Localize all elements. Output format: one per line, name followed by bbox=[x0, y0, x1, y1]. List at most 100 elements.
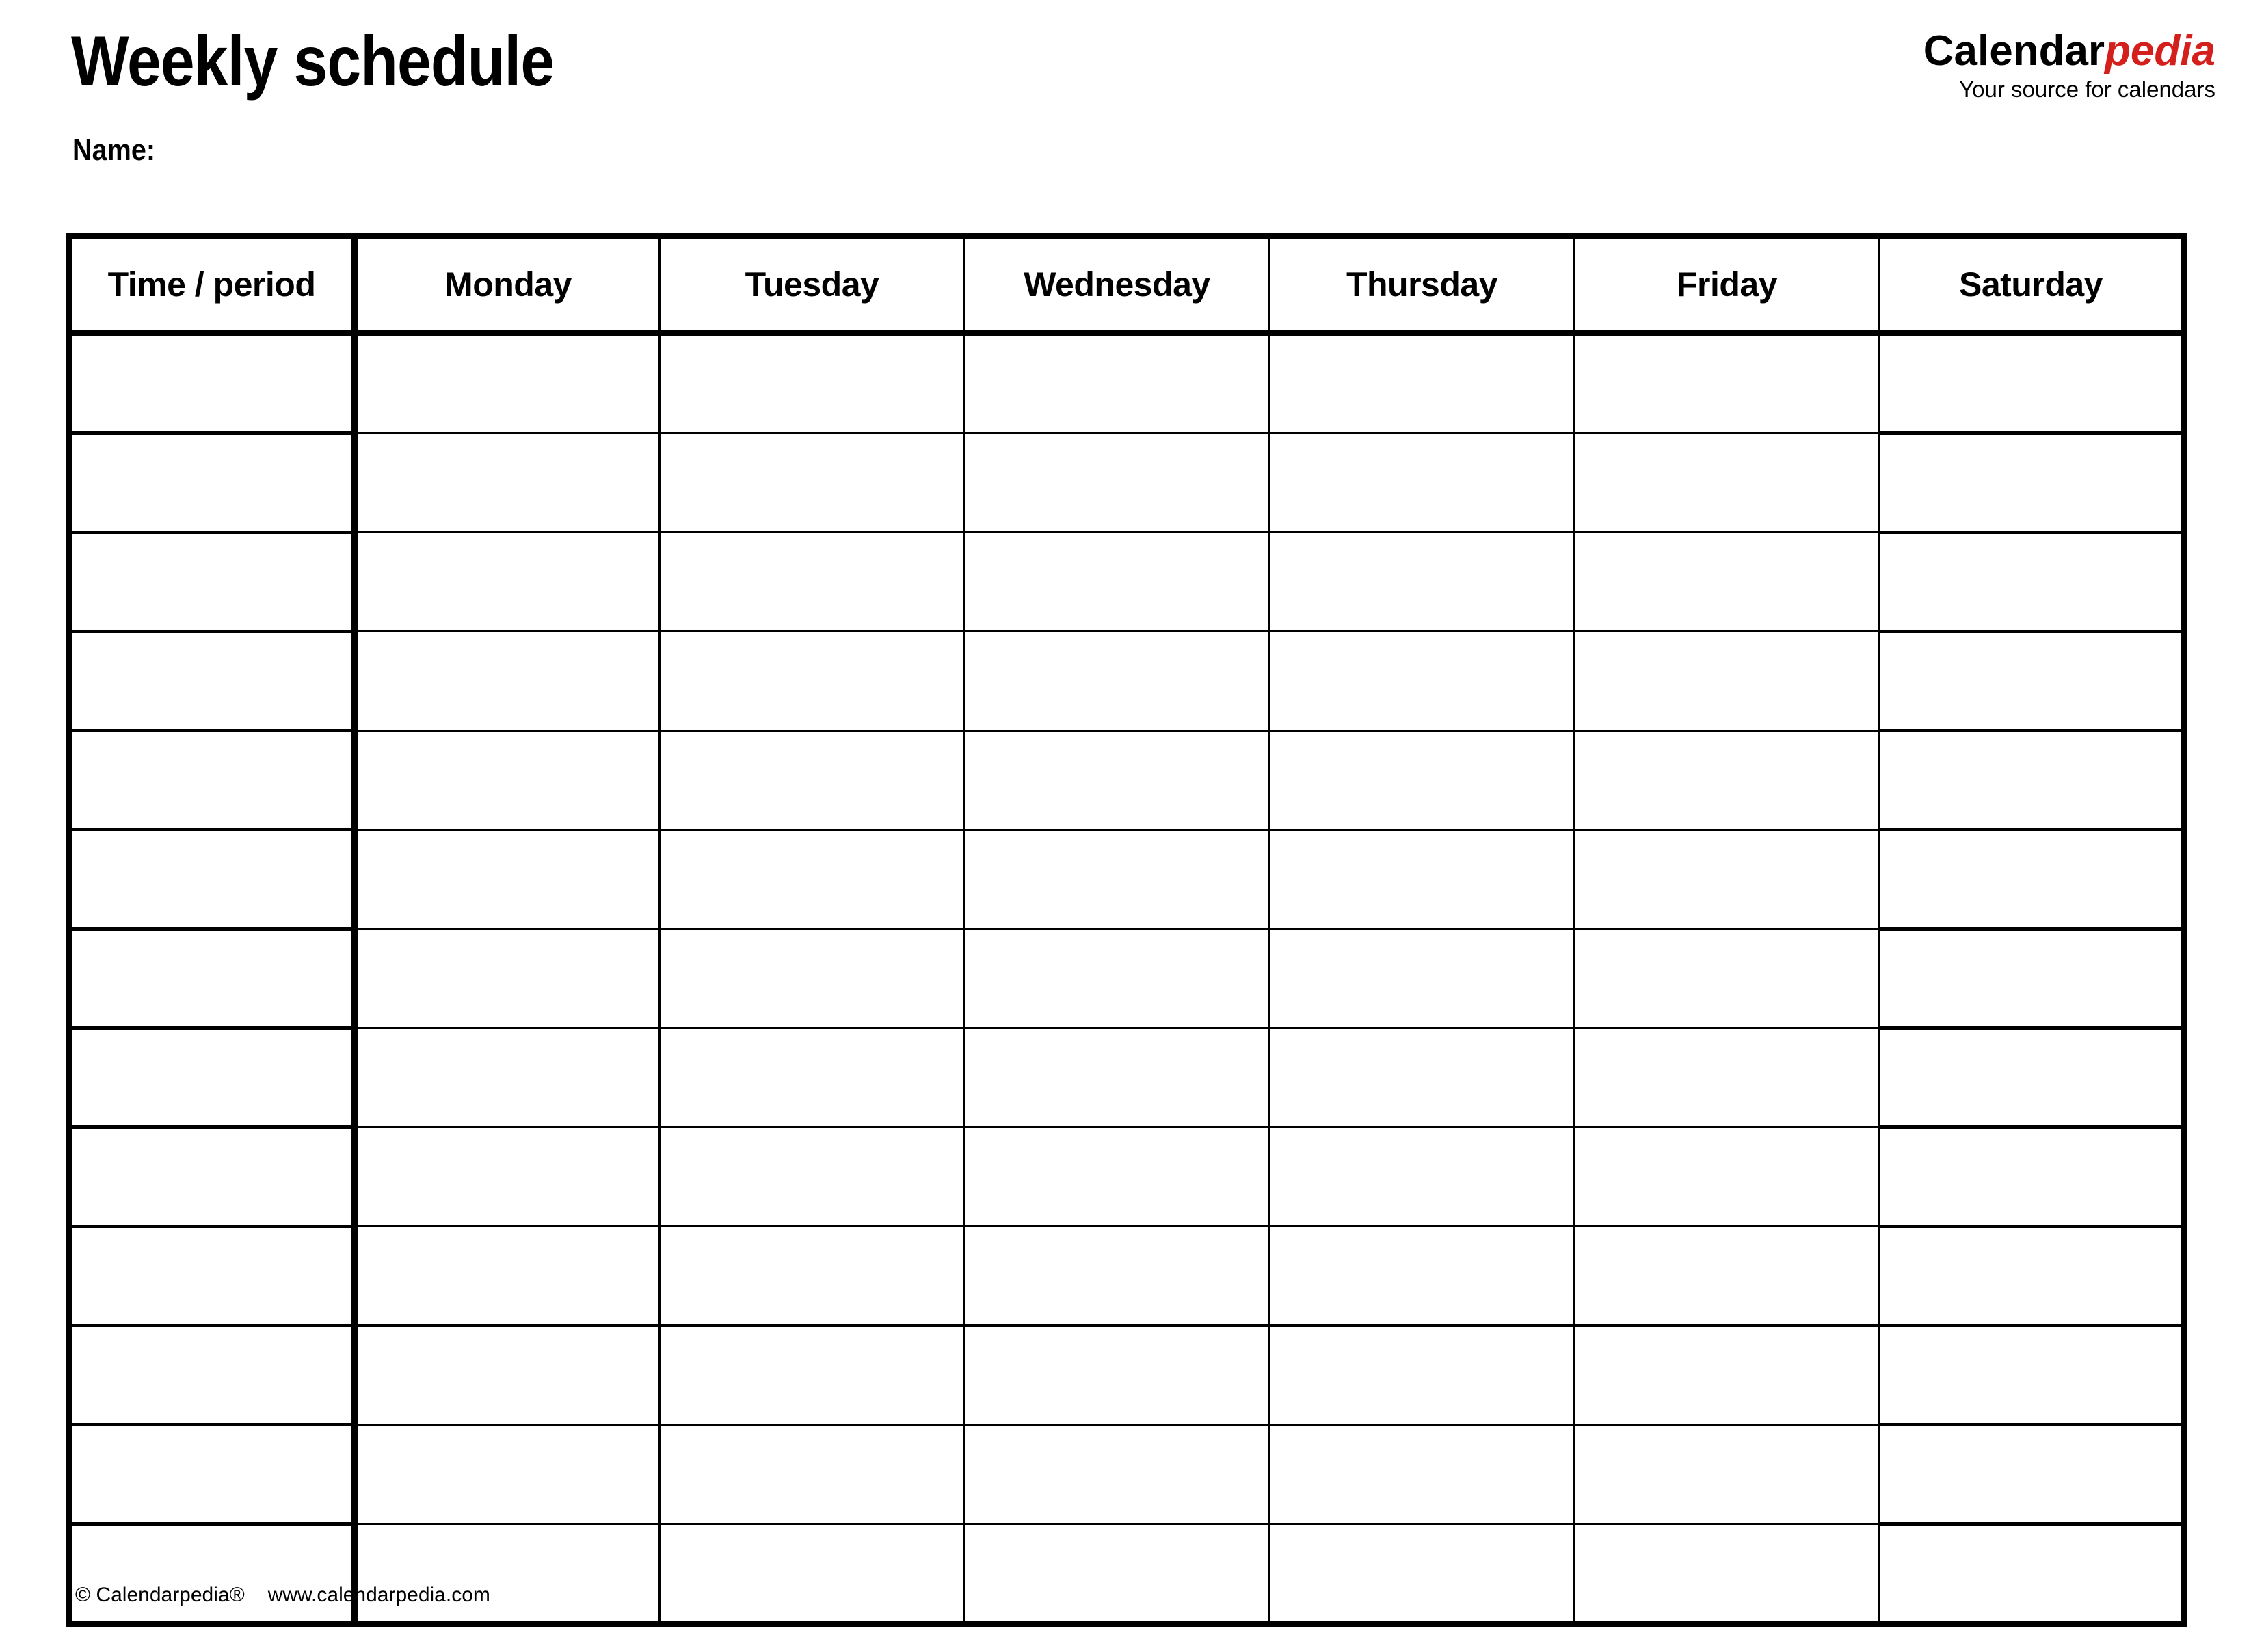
schedule-entry-cell[interactable] bbox=[1574, 1523, 1880, 1625]
schedule-entry-cell[interactable] bbox=[354, 1028, 661, 1128]
schedule-entry-cell[interactable] bbox=[659, 1325, 965, 1426]
schedule-entry-cell[interactable] bbox=[659, 332, 965, 434]
schedule-entry-cell[interactable] bbox=[1879, 1226, 2185, 1327]
schedule-entry-cell[interactable] bbox=[1879, 929, 2185, 1030]
schedule-time-cell[interactable] bbox=[68, 730, 358, 831]
schedule-entry-cell[interactable] bbox=[964, 1028, 1270, 1128]
schedule-entry-cell[interactable] bbox=[354, 1523, 661, 1625]
column-header-thursday: Thursday bbox=[1269, 236, 1575, 336]
schedule-entry-cell[interactable] bbox=[659, 829, 965, 930]
schedule-entry-cell[interactable] bbox=[659, 433, 965, 533]
schedule-entry-cell[interactable] bbox=[964, 332, 1270, 434]
schedule-entry-cell[interactable] bbox=[964, 829, 1270, 930]
schedule-entry-cell[interactable] bbox=[1574, 1028, 1880, 1128]
schedule-entry-cell[interactable] bbox=[659, 1523, 965, 1625]
schedule-time-cell[interactable] bbox=[68, 433, 358, 534]
schedule-entry-cell[interactable] bbox=[964, 433, 1270, 533]
schedule-entry-cell[interactable] bbox=[354, 1127, 661, 1227]
schedule-entry-cell[interactable] bbox=[1574, 332, 1880, 434]
schedule-entry-cell[interactable] bbox=[1269, 1523, 1575, 1625]
schedule-time-cell[interactable] bbox=[68, 1523, 358, 1625]
schedule-time-cell[interactable] bbox=[68, 1424, 358, 1526]
schedule-entry-cell[interactable] bbox=[964, 730, 1270, 831]
schedule-entry-cell[interactable] bbox=[1879, 532, 2185, 633]
schedule-entry-cell[interactable] bbox=[659, 929, 965, 1029]
schedule-time-cell[interactable] bbox=[68, 1028, 358, 1129]
schedule-entry-cell[interactable] bbox=[964, 532, 1270, 632]
schedule-entry-cell[interactable] bbox=[1574, 1226, 1880, 1327]
schedule-time-cell[interactable] bbox=[68, 1325, 358, 1426]
schedule-entry-cell[interactable] bbox=[964, 1127, 1270, 1227]
schedule-entry-cell[interactable] bbox=[659, 1424, 965, 1525]
schedule-entry-cell[interactable] bbox=[964, 1226, 1270, 1327]
schedule-entry-cell[interactable] bbox=[354, 631, 661, 732]
schedule-entry-cell[interactable] bbox=[659, 1226, 965, 1327]
schedule-entry-cell[interactable] bbox=[1269, 1325, 1575, 1426]
schedule-entry-cell[interactable] bbox=[659, 730, 965, 831]
schedule-entry-cell[interactable] bbox=[1269, 1127, 1575, 1227]
schedule-entry-cell[interactable] bbox=[1269, 1226, 1575, 1327]
schedule-entry-cell[interactable] bbox=[1879, 829, 2185, 931]
schedule-entry-cell[interactable] bbox=[1574, 1127, 1880, 1227]
schedule-entry-cell[interactable] bbox=[1574, 1424, 1880, 1525]
schedule-entry-cell[interactable] bbox=[1879, 332, 2185, 435]
schedule-time-cell[interactable] bbox=[68, 532, 358, 633]
weekly-schedule-page: Weekly schedule Name: Calendarpedia Your… bbox=[0, 0, 2251, 1652]
schedule-entry-cell[interactable] bbox=[1269, 332, 1575, 434]
schedule-entry-cell[interactable] bbox=[659, 631, 965, 732]
schedule-entry-cell[interactable] bbox=[1879, 433, 2185, 534]
schedule-entry-cell[interactable] bbox=[354, 1424, 661, 1525]
schedule-entry-cell[interactable] bbox=[354, 433, 661, 533]
schedule-entry-cell[interactable] bbox=[1269, 730, 1575, 831]
schedule-entry-cell[interactable] bbox=[1269, 829, 1575, 930]
schedule-entry-cell[interactable] bbox=[1879, 631, 2185, 732]
schedule-entry-cell[interactable] bbox=[1574, 730, 1880, 831]
schedule-entry-cell[interactable] bbox=[354, 532, 661, 632]
schedule-entry-cell[interactable] bbox=[354, 332, 661, 434]
schedule-entry-cell[interactable] bbox=[659, 1127, 965, 1227]
schedule-table-container: Time / period Monday Tuesday Wednesday T… bbox=[66, 233, 2187, 1627]
brand-name-primary: Calendar bbox=[1923, 27, 2105, 75]
schedule-entry-cell[interactable] bbox=[1574, 929, 1880, 1029]
schedule-entry-cell[interactable] bbox=[1269, 631, 1575, 732]
table-header-row: Time / period Monday Tuesday Wednesday T… bbox=[68, 236, 2185, 336]
schedule-time-cell[interactable] bbox=[68, 929, 358, 1030]
schedule-time-cell[interactable] bbox=[68, 332, 358, 435]
column-header-friday: Friday bbox=[1574, 236, 1880, 336]
schedule-entry-cell[interactable] bbox=[1574, 532, 1880, 632]
schedule-entry-cell[interactable] bbox=[354, 1325, 661, 1426]
schedule-entry-cell[interactable] bbox=[1269, 433, 1575, 533]
schedule-entry-cell[interactable] bbox=[1269, 532, 1575, 632]
table-row bbox=[68, 1523, 2185, 1625]
schedule-entry-cell[interactable] bbox=[1574, 631, 1880, 732]
schedule-entry-cell[interactable] bbox=[354, 929, 661, 1029]
brand-tagline: Your source for calendars bbox=[1959, 77, 2215, 102]
schedule-entry-cell[interactable] bbox=[1574, 829, 1880, 930]
schedule-entry-cell[interactable] bbox=[659, 1028, 965, 1128]
schedule-entry-cell[interactable] bbox=[1879, 1028, 2185, 1129]
schedule-entry-cell[interactable] bbox=[1879, 1424, 2185, 1526]
schedule-entry-cell[interactable] bbox=[659, 532, 965, 632]
schedule-entry-cell[interactable] bbox=[964, 1325, 1270, 1426]
schedule-entry-cell[interactable] bbox=[1879, 1325, 2185, 1426]
schedule-entry-cell[interactable] bbox=[964, 1523, 1270, 1625]
schedule-entry-cell[interactable] bbox=[1879, 730, 2185, 831]
schedule-entry-cell[interactable] bbox=[354, 829, 661, 930]
schedule-entry-cell[interactable] bbox=[354, 730, 661, 831]
schedule-entry-cell[interactable] bbox=[1879, 1127, 2185, 1228]
schedule-entry-cell[interactable] bbox=[354, 1226, 661, 1327]
table-row bbox=[68, 1325, 2185, 1426]
schedule-entry-cell[interactable] bbox=[1574, 1325, 1880, 1426]
schedule-entry-cell[interactable] bbox=[1574, 433, 1880, 533]
schedule-entry-cell[interactable] bbox=[1879, 1523, 2185, 1625]
schedule-time-cell[interactable] bbox=[68, 1226, 358, 1327]
schedule-entry-cell[interactable] bbox=[1269, 1424, 1575, 1525]
schedule-entry-cell[interactable] bbox=[964, 631, 1270, 732]
schedule-entry-cell[interactable] bbox=[964, 1424, 1270, 1525]
schedule-time-cell[interactable] bbox=[68, 631, 358, 732]
schedule-entry-cell[interactable] bbox=[1269, 1028, 1575, 1128]
schedule-time-cell[interactable] bbox=[68, 1127, 358, 1228]
schedule-entry-cell[interactable] bbox=[1269, 929, 1575, 1029]
schedule-time-cell[interactable] bbox=[68, 829, 358, 931]
schedule-entry-cell[interactable] bbox=[964, 929, 1270, 1029]
